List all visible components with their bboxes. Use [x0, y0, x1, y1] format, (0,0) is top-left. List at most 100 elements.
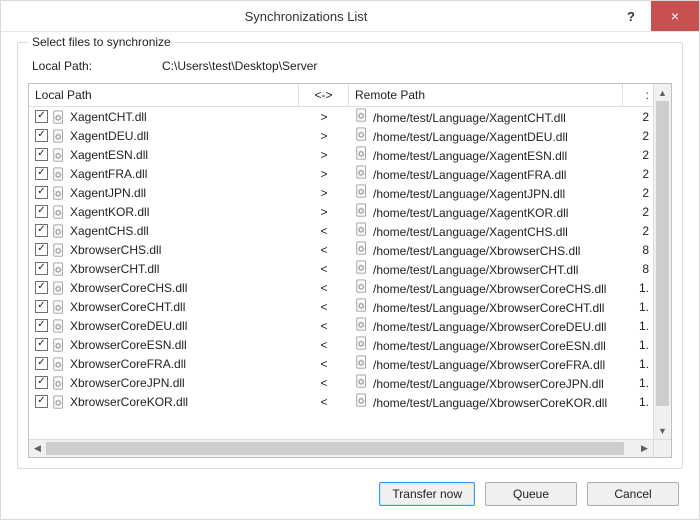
dll-file-icon	[52, 357, 66, 371]
table-row[interactable]: XbrowserCoreDEU.dll</home/test/Language/…	[29, 316, 653, 335]
column-extra[interactable]: :	[623, 84, 653, 106]
dialog-window: Synchronizations List ? × Select files t…	[0, 0, 700, 520]
row-checkbox[interactable]	[35, 110, 48, 123]
dll-file-icon	[355, 108, 369, 122]
table-row[interactable]: XbrowserCoreCHT.dll</home/test/Language/…	[29, 297, 653, 316]
table-row[interactable]: XagentDEU.dll>/home/test/Language/Xagent…	[29, 126, 653, 145]
remote-path: /home/test/Language/XagentDEU.dll	[373, 130, 568, 144]
local-filename: XagentJPN.dll	[70, 186, 146, 200]
scroll-left-icon[interactable]: ◀	[29, 440, 46, 457]
table-row[interactable]: XagentKOR.dll>/home/test/Language/Xagent…	[29, 202, 653, 221]
table-row[interactable]: XbrowserCoreJPN.dll</home/test/Language/…	[29, 373, 653, 392]
scroll-right-icon[interactable]: ▶	[636, 440, 653, 457]
row-checkbox[interactable]	[35, 262, 48, 275]
local-filename: XbrowserCoreESN.dll	[70, 338, 187, 352]
table-row[interactable]: XagentFRA.dll>/home/test/Language/Xagent…	[29, 164, 653, 183]
table-row[interactable]: XagentJPN.dll>/home/test/Language/Xagent…	[29, 183, 653, 202]
cell-remote: /home/test/Language/XbrowserCoreDEU.dll	[349, 317, 623, 334]
row-checkbox[interactable]	[35, 129, 48, 142]
cell-extra: 1.	[623, 376, 653, 390]
dll-file-icon	[52, 300, 66, 314]
row-checkbox[interactable]	[35, 357, 48, 370]
cell-local: XbrowserCoreFRA.dll	[29, 357, 299, 371]
scrollbar-corner	[653, 440, 671, 457]
table-row[interactable]: XbrowserCoreKOR.dll</home/test/Language/…	[29, 392, 653, 411]
local-filename: XbrowserCoreJPN.dll	[70, 376, 185, 390]
vscroll-track[interactable]	[654, 101, 671, 422]
row-checkbox[interactable]	[35, 205, 48, 218]
local-filename: XbrowserCoreFRA.dll	[70, 357, 186, 371]
cell-remote: /home/test/Language/XagentKOR.dll	[349, 203, 623, 220]
hscroll-thumb[interactable]	[46, 442, 624, 455]
cell-local: XbrowserCHS.dll	[29, 243, 299, 257]
dll-file-icon	[52, 338, 66, 352]
cell-local: XbrowserCoreCHS.dll	[29, 281, 299, 295]
remote-path: /home/test/Language/XagentKOR.dll	[373, 206, 568, 220]
help-button[interactable]: ?	[611, 1, 651, 31]
row-checkbox[interactable]	[35, 300, 48, 313]
cell-extra: 1.	[623, 338, 653, 352]
local-filename: XagentKOR.dll	[70, 205, 149, 219]
local-filename: XagentCHT.dll	[70, 110, 147, 124]
remote-path: /home/test/Language/XbrowserCoreDEU.dll	[373, 320, 606, 334]
cancel-button[interactable]: Cancel	[587, 482, 679, 506]
local-filename: XbrowserCoreCHT.dll	[70, 300, 185, 314]
row-checkbox[interactable]	[35, 148, 48, 161]
cell-extra: 1.	[623, 357, 653, 371]
local-path-value: C:\Users\test\Desktop\Server	[162, 59, 317, 73]
row-checkbox[interactable]	[35, 167, 48, 180]
row-checkbox[interactable]	[35, 338, 48, 351]
row-checkbox[interactable]	[35, 186, 48, 199]
direction-indicator: >	[299, 148, 349, 162]
table-row[interactable]: XagentESN.dll>/home/test/Language/Xagent…	[29, 145, 653, 164]
row-checkbox[interactable]	[35, 395, 48, 408]
window-controls: ? ×	[611, 1, 699, 31]
cell-remote: /home/test/Language/XbrowserCoreJPN.dll	[349, 374, 623, 391]
table-row[interactable]: XagentCHS.dll</home/test/Language/Xagent…	[29, 221, 653, 240]
column-local-path[interactable]: Local Path	[29, 84, 299, 106]
column-remote-path[interactable]: Remote Path	[349, 84, 623, 106]
row-checkbox[interactable]	[35, 243, 48, 256]
table-row[interactable]: XbrowserCoreESN.dll</home/test/Language/…	[29, 335, 653, 354]
remote-path: /home/test/Language/XbrowserCoreCHS.dll	[373, 282, 606, 296]
dll-file-icon	[52, 205, 66, 219]
dll-file-icon	[355, 260, 369, 274]
close-button[interactable]: ×	[651, 1, 699, 31]
row-checkbox[interactable]	[35, 376, 48, 389]
direction-indicator: <	[299, 300, 349, 314]
vertical-scrollbar[interactable]: ▲ ▼	[653, 84, 671, 439]
table-row[interactable]: XbrowserCHT.dll</home/test/Language/Xbro…	[29, 259, 653, 278]
hscroll-track[interactable]	[46, 440, 636, 457]
dll-file-icon	[355, 203, 369, 217]
scroll-up-icon[interactable]: ▲	[654, 84, 671, 101]
dll-file-icon	[52, 262, 66, 276]
cell-extra: 2	[623, 224, 653, 238]
row-checkbox[interactable]	[35, 224, 48, 237]
vscroll-thumb[interactable]	[656, 101, 669, 406]
table-row[interactable]: XbrowserCoreFRA.dll</home/test/Language/…	[29, 354, 653, 373]
cell-local: XagentFRA.dll	[29, 167, 299, 181]
transfer-now-button[interactable]: Transfer now	[379, 482, 475, 506]
row-checkbox[interactable]	[35, 319, 48, 332]
table-row[interactable]: XbrowserCHS.dll</home/test/Language/Xbro…	[29, 240, 653, 259]
horizontal-scrollbar[interactable]: ◀ ▶	[29, 439, 671, 457]
local-path-label: Local Path:	[32, 59, 162, 73]
cell-extra: 2	[623, 148, 653, 162]
direction-indicator: <	[299, 395, 349, 409]
cell-local: XagentDEU.dll	[29, 129, 299, 143]
dll-file-icon	[52, 319, 66, 333]
direction-indicator: <	[299, 262, 349, 276]
table-row[interactable]: XagentCHT.dll>/home/test/Language/Xagent…	[29, 107, 653, 126]
queue-button[interactable]: Queue	[485, 482, 577, 506]
dll-file-icon	[52, 281, 66, 295]
direction-indicator: >	[299, 167, 349, 181]
column-direction[interactable]: <->	[299, 84, 349, 106]
cell-extra: 1.	[623, 281, 653, 295]
table-row[interactable]: XbrowserCoreCHS.dll</home/test/Language/…	[29, 278, 653, 297]
dll-file-icon	[52, 376, 66, 390]
direction-indicator: <	[299, 224, 349, 238]
row-checkbox[interactable]	[35, 281, 48, 294]
scroll-down-icon[interactable]: ▼	[654, 422, 671, 439]
cell-remote: /home/test/Language/XagentCHT.dll	[349, 108, 623, 125]
dll-file-icon	[355, 374, 369, 388]
